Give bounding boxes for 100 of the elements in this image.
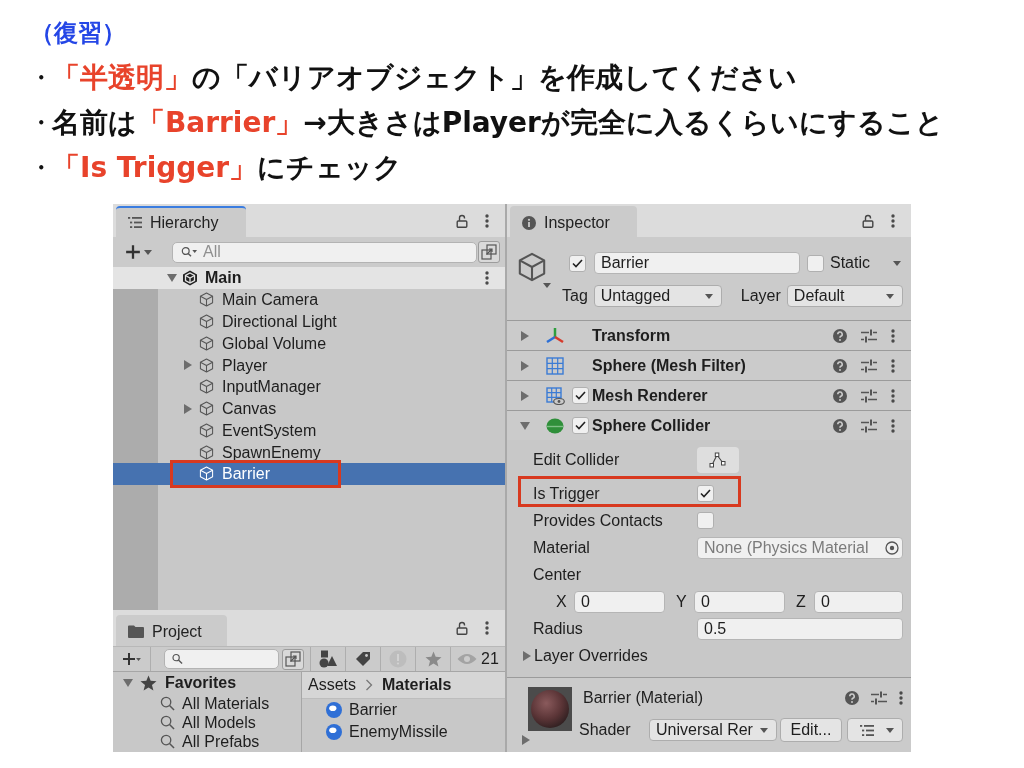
search-field[interactable] (164, 649, 279, 669)
visibility-button[interactable]: 21 (451, 647, 505, 671)
help-icon[interactable] (833, 388, 847, 403)
help-icon[interactable] (833, 358, 847, 373)
more-menu-icon[interactable] (899, 691, 903, 705)
options-dropdown[interactable] (847, 718, 903, 742)
shader-dropdown[interactable]: Universal Rer (649, 719, 777, 741)
search-mode-button[interactable] (282, 648, 304, 670)
cube-logo-icon (182, 270, 198, 286)
disclosure-triangle-icon[interactable] (520, 420, 530, 431)
squares-arrow-icon (481, 244, 497, 260)
hierarchy-item[interactable]: InputManager (113, 376, 505, 398)
lock-icon[interactable] (456, 213, 468, 228)
star-icon (424, 651, 442, 667)
search-field[interactable]: All (172, 241, 477, 263)
breadcrumb-link[interactable]: Assets (308, 675, 356, 695)
panel-tab[interactable]: Inspector (510, 206, 637, 237)
disclosure-triangle-icon[interactable] (520, 360, 530, 371)
hierarchy-item[interactable]: Barrier (113, 463, 505, 485)
property-label: Is Trigger (533, 483, 601, 504)
help-icon[interactable] (833, 328, 847, 343)
favorite-item[interactable]: All Materials (113, 694, 301, 713)
favorite-item[interactable]: All Models (113, 713, 301, 732)
search-icon (160, 696, 175, 711)
asset-item[interactable]: EnemyMissile (302, 721, 505, 743)
favorite-item[interactable]: All Prefabs (113, 732, 301, 751)
property-checkbox[interactable] (697, 512, 714, 529)
more-menu-icon[interactable] (891, 358, 895, 373)
help-icon[interactable] (833, 418, 847, 433)
caret-icon (760, 727, 768, 733)
axis-label: X (556, 591, 568, 612)
disclosure-triangle-icon[interactable] (167, 273, 177, 283)
hierarchy-item[interactable]: SpawnEnemy (113, 441, 505, 463)
edit-button[interactable]: Edit... (780, 718, 842, 742)
cube-icon (517, 252, 547, 282)
static-checkbox[interactable] (807, 254, 824, 272)
sliders-icon[interactable] (871, 691, 887, 705)
more-menu-icon[interactable] (891, 213, 895, 228)
hierarchy-item[interactable]: Player (113, 354, 505, 376)
edit-collider-button[interactable] (697, 447, 739, 473)
object-field[interactable]: None (Physics Material (697, 536, 903, 559)
sliders-icon[interactable] (861, 388, 877, 403)
bullet-text: 「Is Trigger」にチェック (52, 149, 403, 186)
axis-label: Z (796, 591, 807, 612)
breadcrumb-link[interactable]: Materials (382, 675, 452, 695)
layer-dropdown[interactable]: Default (786, 285, 903, 307)
disclosure-triangle-icon[interactable] (520, 330, 530, 341)
hierarchy-item[interactable]: Canvas (113, 397, 505, 420)
number-field[interactable]: 0.5 (697, 617, 903, 640)
more-menu-icon[interactable] (891, 418, 895, 433)
info-icon (522, 215, 536, 230)
more-menu-icon[interactable] (485, 213, 489, 228)
checkmark-icon (575, 421, 586, 430)
hierarchy-item[interactable]: Main Camera (113, 289, 505, 311)
list-icon (128, 217, 142, 228)
more-menu-icon[interactable] (485, 271, 489, 285)
lock-icon[interactable] (862, 213, 874, 228)
tag-icon (355, 651, 371, 667)
disclosure-triangle-icon[interactable] (522, 650, 532, 661)
panel-tab[interactable]: Hierarchy (116, 206, 246, 237)
object-icon-button[interactable] (517, 252, 551, 288)
sliders-icon[interactable] (861, 328, 877, 343)
sliders-icon[interactable] (861, 418, 877, 433)
number-field[interactable]: 0 (814, 590, 903, 613)
checkmark-icon (700, 489, 711, 498)
active-checkbox[interactable] (569, 254, 586, 272)
property-checkbox[interactable] (697, 485, 714, 502)
hierarchy-item[interactable]: Directional Light (113, 310, 505, 333)
scene-header-row[interactable]: Main (113, 267, 505, 289)
help-icon[interactable] (845, 691, 859, 705)
cube-icon (199, 379, 214, 395)
tag-dropdown[interactable]: Untagged (593, 285, 722, 307)
more-menu-icon[interactable] (891, 388, 895, 403)
hierarchy-item[interactable]: Global Volume (113, 332, 505, 355)
disclosure-triangle-icon[interactable] (183, 403, 193, 414)
lock-icon[interactable] (456, 621, 468, 635)
more-menu-icon[interactable] (891, 328, 895, 343)
number-field[interactable]: 0 (574, 590, 665, 613)
layer-label: Layer (740, 286, 781, 306)
disclosure-triangle-icon[interactable] (520, 390, 530, 401)
enable-checkbox[interactable] (572, 387, 589, 404)
favorites-folder[interactable]: Favorites (113, 672, 301, 694)
disclosure-triangle-icon[interactable] (123, 678, 133, 688)
number-field[interactable]: 0 (694, 590, 785, 613)
target-icon[interactable] (885, 540, 899, 555)
enable-checkbox[interactable] (572, 417, 589, 434)
sliders-icon[interactable] (861, 358, 877, 373)
grid-eye-icon (545, 386, 565, 405)
cube-icon (199, 357, 214, 373)
panel-tab[interactable]: Project (116, 615, 227, 646)
disclosure-triangle-icon[interactable] (183, 360, 193, 371)
foldout-header[interactable]: Layer Overrides (522, 645, 648, 666)
asset-item[interactable]: Barrier (302, 699, 505, 721)
search-icon (172, 653, 183, 665)
hierarchy-item[interactable]: EventSystem (113, 419, 505, 442)
search-mode-button[interactable] (478, 241, 500, 263)
more-menu-icon[interactable] (485, 621, 489, 635)
disclosure-triangle-icon[interactable] (521, 735, 531, 745)
property-label: Edit Collider (533, 450, 621, 470)
name-field[interactable]: Barrier (594, 252, 800, 274)
